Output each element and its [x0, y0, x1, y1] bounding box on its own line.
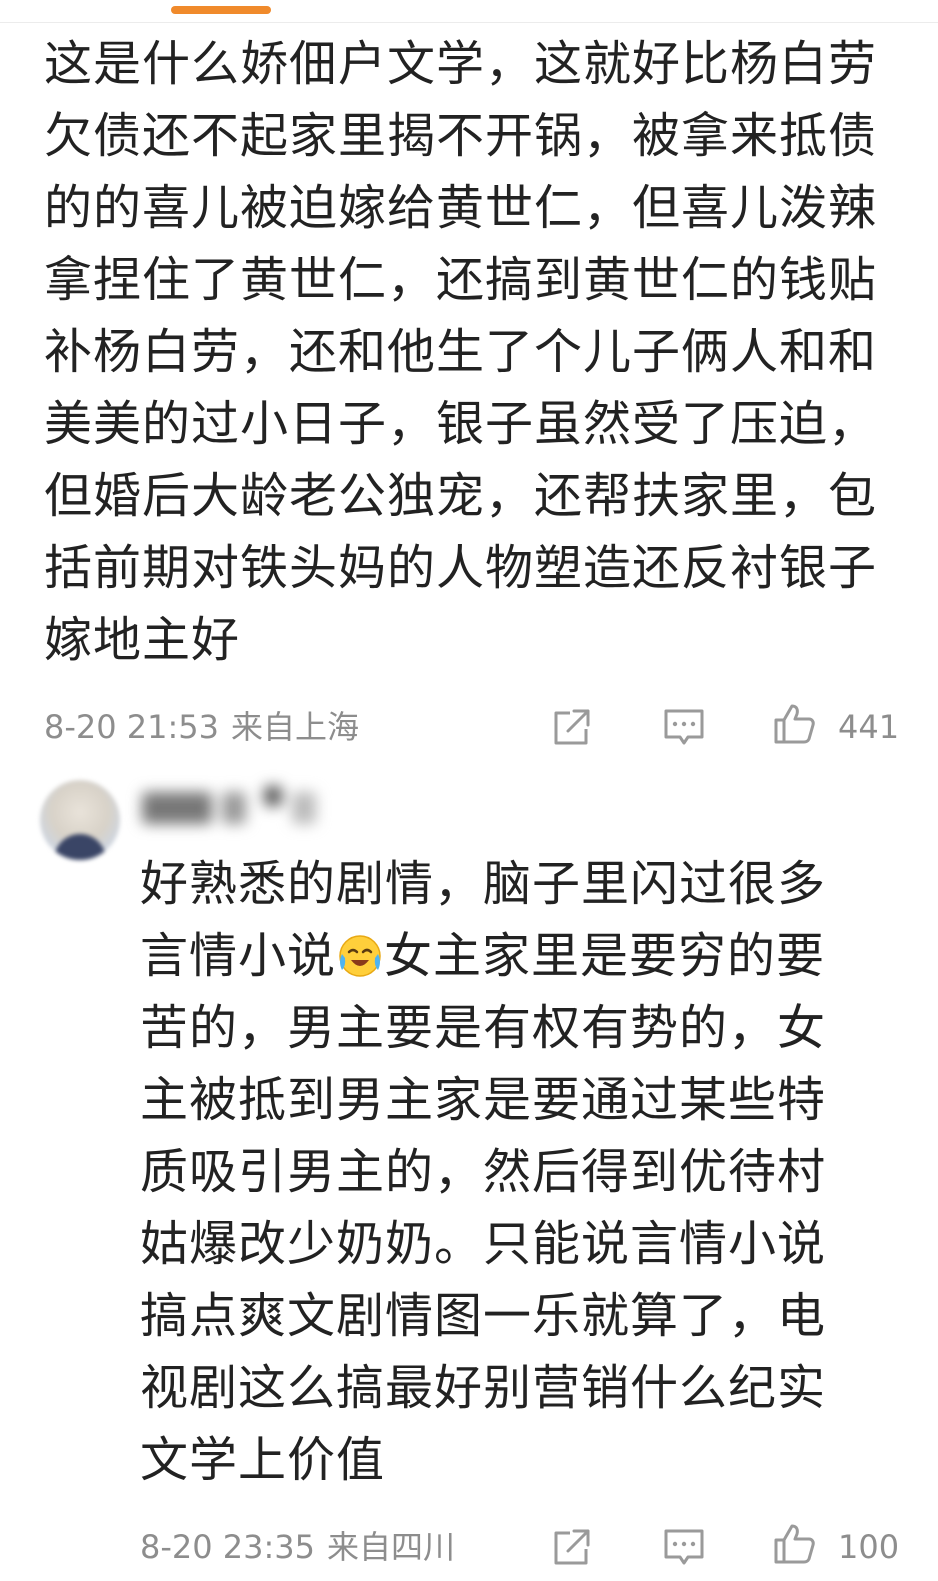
comment-icon[interactable] — [662, 1525, 706, 1569]
like-icon[interactable] — [772, 1522, 816, 1566]
comment-text: 这是什么娇佃户文学，这就好比杨白劳欠债还不起家里揭不开锅，被拿来抵债的的喜儿被迫… — [44, 28, 904, 676]
top-divider — [0, 22, 938, 23]
share-icon[interactable] — [550, 705, 594, 749]
share-icon[interactable] — [550, 1525, 594, 1569]
like-count: 100 — [838, 1528, 900, 1566]
comment-location: 来自四川 — [327, 1528, 456, 1566]
username-redacted[interactable] — [142, 786, 342, 834]
comment-time: 8-20 21:53 — [44, 708, 220, 746]
comment-location: 来自上海 — [231, 708, 360, 746]
avatar[interactable] — [40, 780, 120, 860]
comment-meta: 8-20 23:35 来自四川 — [140, 1522, 455, 1572]
comment-text: 好熟悉的剧情，脑子里闪过很多言情小说 女主家里是要穷的要苦的，男主要是有权有势的… — [140, 848, 860, 1496]
comment-body-part2: 女主家里是要穷的要苦的，男主要是有权有势的，女主被抵到男主家是要通过某些特质吸引… — [140, 928, 827, 1488]
scroll-indicator — [171, 6, 271, 14]
comment-body: 这是什么娇佃户文学，这就好比杨白劳欠债还不起家里揭不开锅，被拿来抵债的的喜儿被迫… — [44, 36, 878, 668]
comment-icon[interactable] — [662, 705, 706, 749]
crying-laughing-emoji — [339, 935, 381, 977]
like-count: 441 — [838, 708, 900, 746]
like-icon[interactable] — [772, 702, 816, 746]
comment-time: 8-20 23:35 — [140, 1528, 316, 1566]
comment-meta: 8-20 21:53 来自上海 — [44, 702, 359, 752]
